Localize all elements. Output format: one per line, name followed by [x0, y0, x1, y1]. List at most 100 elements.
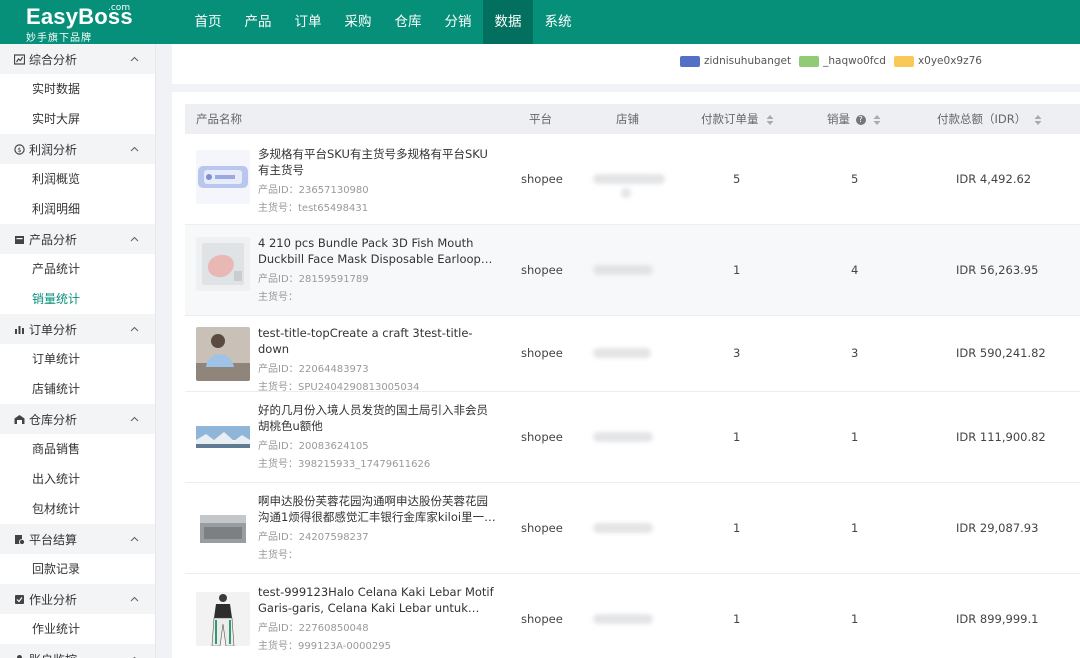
chevron-up-icon[interactable] — [129, 144, 139, 154]
sidebar-group-6[interactable]: 作业分析 — [0, 584, 155, 614]
chevron-up-icon[interactable] — [129, 534, 139, 544]
chevron-up-icon[interactable] — [129, 234, 139, 244]
chevron-up-icon[interactable] — [129, 324, 139, 334]
product-title[interactable]: 啊申达股份芙蓉花园沟通啊申达股份芙蓉花园沟通1烦得很都感觉汇丰银行金库家kilo… — [258, 493, 498, 525]
paid-orders-cell: 3 — [733, 346, 741, 360]
product-info: test-999123Halo Celana Kaki Lebar Motif … — [258, 584, 498, 656]
product-thumbnail[interactable] — [196, 150, 250, 204]
chevron-up-icon[interactable] — [129, 594, 139, 604]
table-row[interactable]: 好的几月份入境人员发货的国土局引入非会员胡桃色u额他产品ID：200836241… — [185, 392, 1080, 483]
chevron-up-icon[interactable] — [129, 414, 139, 424]
product-sku-value: 398215933_17479611626 — [298, 459, 431, 470]
sidebar-group-5[interactable]: 平台结算 — [0, 524, 155, 554]
legend-item-2[interactable]: x0ye0x9z76 — [893, 55, 982, 67]
product-id-value: 22064483973 — [298, 364, 369, 375]
legend-item-0[interactable]: zidnisuhubanget — [680, 55, 791, 67]
sidebar-group-0[interactable]: 综合分析 — [0, 44, 155, 74]
legend-swatch — [799, 55, 820, 67]
col-platform-label: 平台 — [529, 112, 552, 126]
product-id: 产品ID：20083624105 — [258, 438, 498, 456]
product-title[interactable]: 好的几月份入境人员发货的国土局引入非会员胡桃色u额他 — [258, 402, 498, 434]
product-id-label: 产品ID： — [258, 441, 299, 452]
product-id-label: 产品ID： — [258, 623, 299, 634]
product-title[interactable]: test-title-topCreate a craft 3test-title… — [258, 325, 498, 357]
sidebar-item-0-1[interactable]: 实时大屏 — [0, 104, 155, 134]
platform-cell: shopee — [521, 263, 563, 277]
help-icon[interactable]: ? — [855, 114, 866, 125]
sidebar-item-2-0[interactable]: 产品统计 — [0, 254, 155, 284]
product-thumbnail[interactable] — [196, 501, 250, 555]
sidebar-item-1-0[interactable]: 利润概览 — [0, 164, 155, 194]
col-paid-orders[interactable]: 付款订单量 — [701, 104, 774, 134]
shop-name-redacted — [593, 432, 653, 442]
col-sales[interactable]: 销量 ? — [827, 104, 881, 134]
legend-item-1[interactable]: _haqwo0fcd — [799, 55, 886, 67]
sidebar-item-5-0[interactable]: 回款记录 — [0, 554, 155, 584]
nav-item-0[interactable]: 首页 — [183, 0, 233, 44]
sort-icon[interactable] — [1034, 114, 1042, 125]
table-row[interactable]: 啊申达股份芙蓉花园沟通啊申达股份芙蓉花园沟通1烦得很都感觉汇丰银行金库家kilo… — [185, 483, 1080, 574]
product-title[interactable]: 4 210 pcs Bundle Pack 3D Fish Mouth Duck… — [258, 235, 498, 267]
product-title[interactable]: 多规格有平台SKU有主货号多规格有平台SKU有主货号 — [258, 146, 498, 178]
col-total-paid[interactable]: 付款总额（IDR） — [937, 104, 1042, 134]
product-thumbnail[interactable] — [196, 327, 250, 381]
sidebar-group-4[interactable]: 仓库分析 — [0, 404, 155, 434]
product-info: 啊申达股份芙蓉花园沟通啊申达股份芙蓉花园沟通1烦得很都感觉汇丰银行金库家kilo… — [258, 493, 498, 565]
main-nav: 首页 产品 订单 采购 仓库 分销 数据 系统 — [183, 0, 583, 44]
sidebar-item-3-0[interactable]: 订单统计 — [0, 344, 155, 374]
sidebar-group-7[interactable]: 账户监控 — [0, 644, 155, 658]
nav-item-3[interactable]: 采购 — [333, 0, 383, 44]
table-row[interactable]: test-title-topCreate a craft 3test-title… — [185, 316, 1080, 393]
sort-icon[interactable] — [766, 114, 774, 125]
logo-subtitle: 妙手旗下品牌 — [26, 33, 92, 44]
sort-icon[interactable] — [873, 114, 881, 125]
product-sku: 主货号：398215933_17479611626 — [258, 456, 498, 474]
sidebar-item-4-1[interactable]: 出入统计 — [0, 464, 155, 494]
col-sales-label: 销量 — [827, 112, 850, 126]
sidebar-group-label: 综合分析 — [29, 52, 78, 67]
total-paid-cell: IDR 29,087.93 — [956, 521, 1039, 535]
product-title[interactable]: test-999123Halo Celana Kaki Lebar Motif … — [258, 584, 498, 616]
nav-item-2[interactable]: 订单 — [283, 0, 333, 44]
table-row[interactable]: 4 210 pcs Bundle Pack 3D Fish Mouth Duck… — [185, 225, 1080, 316]
sales-cell: 1 — [851, 430, 859, 444]
sidebar-item-3-1[interactable]: 店铺统计 — [0, 374, 155, 404]
sidebar-item-4-0[interactable]: 商品销售 — [0, 434, 155, 464]
product-id: 产品ID：22760850048 — [258, 620, 498, 638]
platform-cell: shopee — [521, 521, 563, 535]
chart-legend: zidnisuhubanget _haqwo0fcd x0ye0x9z76 — [680, 55, 990, 67]
chevron-up-icon[interactable] — [129, 654, 139, 658]
shop-name-redacted — [593, 174, 665, 184]
work-icon — [13, 593, 25, 605]
product-info: 好的几月份入境人员发货的国土局引入非会员胡桃色u额他产品ID：200836241… — [258, 402, 498, 474]
nav-item-1[interactable]: 产品 — [233, 0, 283, 44]
logo[interactable]: EasyBoss .com 妙手旗下品牌 — [0, 0, 172, 44]
product-thumbnail[interactable] — [196, 410, 250, 464]
sidebar-item-6-0[interactable]: 作业统计 — [0, 614, 155, 644]
sidebar-item-0-0[interactable]: 实时数据 — [0, 74, 155, 104]
sidebar-group-label: 平台结算 — [29, 532, 78, 547]
sales-cell: 4 — [851, 263, 859, 277]
nav-item-7[interactable]: 系统 — [533, 0, 583, 44]
product-sku: 主货号：999123A-0000295 — [258, 638, 498, 656]
sidebar-group-1[interactable]: $ 利润分析 — [0, 134, 155, 164]
col-total-paid-label: 付款总额（IDR） — [937, 112, 1027, 126]
sidebar-group-3[interactable]: 订单分析 — [0, 314, 155, 344]
table-row[interactable]: 多规格有平台SKU有主货号多规格有平台SKU有主货号 产品ID：236571309… — [185, 134, 1080, 225]
platform-cell: shopee — [521, 612, 563, 626]
chevron-up-icon[interactable] — [129, 54, 139, 64]
product-thumbnail[interactable] — [196, 237, 250, 291]
bar-chart-icon — [13, 323, 25, 335]
sidebar-item-1-1[interactable]: 利润明细 — [0, 194, 155, 224]
nav-item-5[interactable]: 分销 — [433, 0, 483, 44]
product-sku-value: test65498431 — [298, 203, 369, 214]
nav-item-4[interactable]: 仓库 — [383, 0, 433, 44]
sidebar-item-2-1[interactable]: 销量统计 — [0, 284, 155, 314]
table-row[interactable]: test-999123Halo Celana Kaki Lebar Motif … — [185, 574, 1080, 658]
product-thumbnail[interactable] — [196, 592, 250, 646]
col-shop-label: 店铺 — [616, 112, 639, 126]
sidebar-item-4-2[interactable]: 包材统计 — [0, 494, 155, 524]
nav-item-6[interactable]: 数据 — [483, 0, 533, 44]
product-id-value: 20083624105 — [298, 441, 369, 452]
sidebar-group-2[interactable]: 产品分析 — [0, 224, 155, 254]
